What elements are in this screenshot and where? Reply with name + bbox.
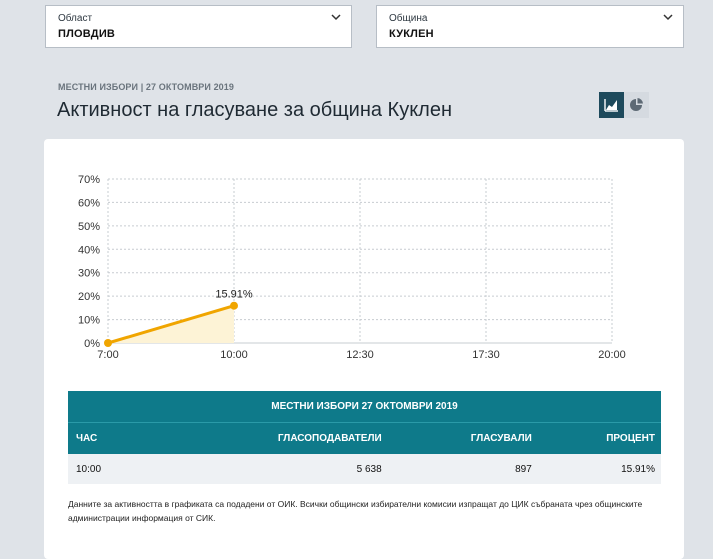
x-tick-label: 10:00 <box>220 349 248 361</box>
chart-type-toggle <box>599 92 649 118</box>
y-tick-label: 60% <box>78 197 100 209</box>
y-tick-label: 20% <box>78 291 100 303</box>
cell-voted: 897 <box>387 454 538 484</box>
oblast-value: ПЛОВДИВ <box>58 28 116 40</box>
header-hour: ЧАС <box>68 422 144 454</box>
data-label: 15.91% <box>215 289 253 301</box>
y-tick-label: 30% <box>78 268 100 280</box>
header-voted: ГЛАСУВАЛИ <box>387 422 538 454</box>
page-title: Активност на гласуване за община Куклен <box>57 99 453 121</box>
x-tick-label: 17:30 <box>472 349 500 361</box>
x-tick-label: 12:30 <box>346 349 374 361</box>
obshtina-select[interactable]: Община КУКЛЕН <box>376 5 684 48</box>
y-tick-label: 10% <box>78 315 100 327</box>
y-tick-label: 70% <box>78 174 100 186</box>
activity-chart: 0%10%20%30%40%50%60%70%7:00 10:00 12:30 17:… <box>78 174 626 361</box>
obshtina-value: КУКЛЕН <box>389 28 434 40</box>
activity-table: МЕСТНИ ИЗБОРИ 27 ОКТОМВРИ 2019 ЧАС ГЛАСО… <box>68 391 661 484</box>
y-tick-label: 50% <box>78 221 100 233</box>
header-voters: ГЛАСОПОДАВАТЕЛИ <box>143 422 388 454</box>
line-chart-button[interactable] <box>599 92 624 118</box>
oblast-label: Област <box>58 13 93 24</box>
chevron-down-icon <box>331 14 341 21</box>
pie-chart-button[interactable] <box>624 92 649 118</box>
data-point <box>230 301 238 310</box>
table-row: 10:00 5 638 897 15.91% <box>68 454 661 484</box>
y-tick-label: 40% <box>78 244 100 256</box>
cell-hour: 10:00 <box>68 454 144 484</box>
pie-chart-icon <box>630 98 643 111</box>
data-point <box>104 339 112 347</box>
table-caption: МЕСТНИ ИЗБОРИ 27 ОКТОМВРИ 2019 <box>68 391 661 423</box>
chevron-down-icon <box>663 14 673 21</box>
data-source-note: Данните за активността в графиката са по… <box>68 499 643 523</box>
header-percent: ПРОЦЕНТ <box>537 422 661 454</box>
obshtina-label: Община <box>389 13 428 24</box>
x-tick-label: 7:00 <box>97 349 118 361</box>
cell-percent: 15.91% <box>537 454 661 484</box>
election-kicker: МЕСТНИ ИЗБОРИ | 27 ОКТОМВРИ 2019 <box>58 82 235 92</box>
activity-card: 0% 10% 20% 30% 40% 50% 60% 70% 7:00 10:00 12:30 17:… <box>44 139 684 559</box>
x-tick-label: 20:00 <box>598 349 626 361</box>
line-chart-icon <box>604 99 618 112</box>
oblast-select[interactable]: Област ПЛОВДИВ <box>45 5 352 48</box>
cell-voters: 5 638 <box>143 454 388 484</box>
